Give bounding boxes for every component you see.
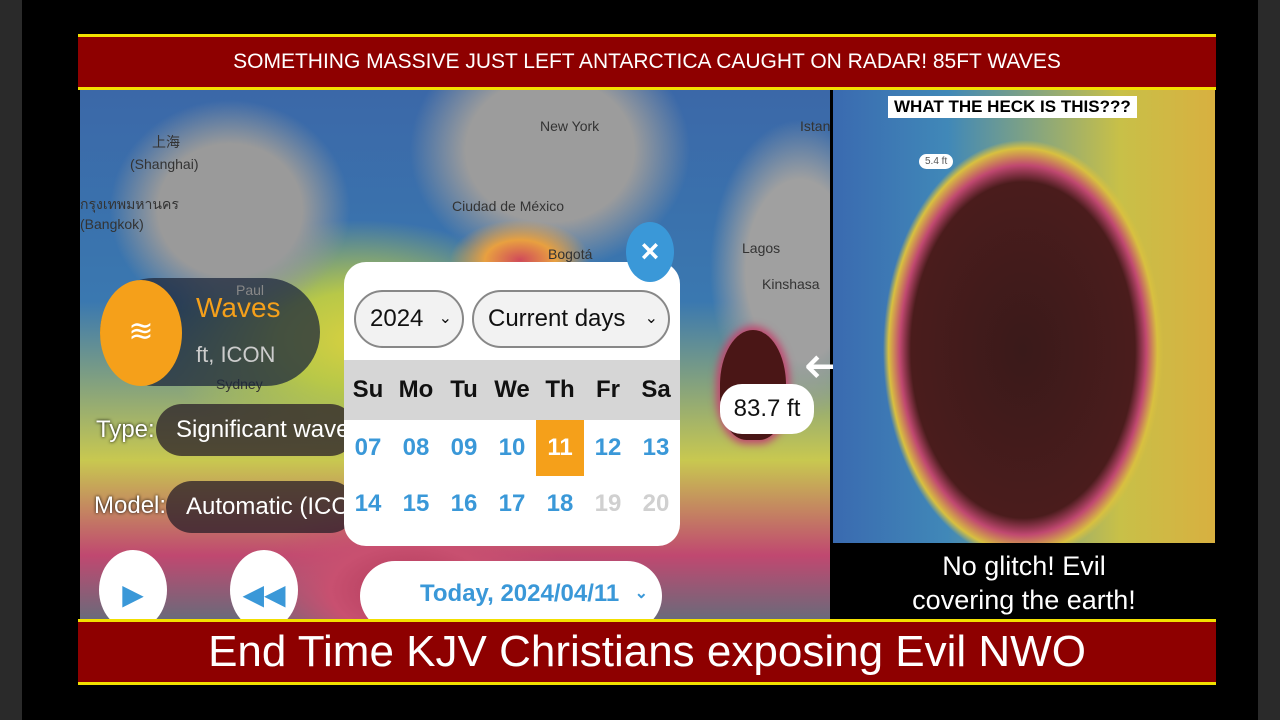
year-select[interactable]: 2024 ⌄ (354, 290, 464, 348)
weekday-label: Tu (450, 376, 478, 403)
day-cell[interactable]: 16 (440, 476, 488, 532)
map-label: Bogotá (548, 246, 593, 262)
type-select[interactable]: Significant wave h (156, 404, 356, 456)
range-value: Current days (488, 305, 626, 332)
calendar-popup: 2024 ⌄ Current days ⌄ Su Mo Tu We Th Fr Sa 07 08 0… (344, 262, 680, 546)
map-label: New York (540, 118, 600, 134)
rewind-icon: ◀◀ (242, 579, 286, 610)
map-label: กรุงเทพมหานคร (80, 196, 179, 212)
weekday-label: Sa (641, 376, 671, 403)
top-banner: SOMETHING MASSIVE JUST LEFT ANTARCTICA C… (78, 34, 1216, 90)
map-label: Ciudad de México (452, 198, 565, 214)
map-label: Istan (800, 118, 830, 134)
weekday-header: Su Mo Tu We Th Fr Sa (344, 360, 680, 420)
day-cell[interactable]: 14 (344, 476, 392, 532)
waves-icon[interactable]: ≋ (100, 280, 182, 386)
day-cell[interactable]: 17 (488, 476, 536, 532)
day-cell: 19 (594, 490, 622, 517)
close-button[interactable]: × (626, 222, 674, 282)
day-cell[interactable]: 18 (536, 476, 584, 532)
caption-line: covering the earth! (912, 585, 1136, 615)
year-value: 2024 (370, 305, 424, 332)
week-row: 14 15 16 17 18 19 20 (344, 476, 680, 532)
map-label: Paul (236, 282, 265, 298)
layer-subtitle: ft, ICON (196, 342, 276, 367)
map-label: Kinshasa (762, 276, 820, 292)
bottom-banner: End Time KJV Christians exposing Evil NW… (78, 619, 1216, 685)
close-icon: × (640, 233, 660, 269)
caption-line: No glitch! Evil (942, 551, 1106, 581)
date-label: Today, 2024/04/11 (420, 580, 620, 607)
day-cell-selected[interactable]: 11 (536, 420, 584, 476)
wave-height-label: 83.7 ft (720, 384, 814, 434)
day-cell: 20 (642, 490, 670, 517)
day-cell[interactable]: 13 (632, 420, 680, 476)
play-icon: ▶ (122, 579, 144, 610)
weekday-label: Th (545, 376, 575, 403)
day-cell[interactable]: 09 (440, 420, 488, 476)
chevron-down-icon: ⌄ (644, 310, 658, 327)
day-cell[interactable]: 10 (488, 420, 536, 476)
map-label: (Shanghai) (130, 156, 199, 172)
week-row: 07 08 09 10 11 12 13 (344, 420, 680, 476)
chevron-down-icon: ⌄ (438, 310, 452, 327)
chevron-down-icon: ⌄ (634, 585, 648, 602)
map-label: (Bangkok) (80, 216, 144, 232)
model-label: Model: (94, 492, 167, 519)
map-label: Lagos (742, 240, 781, 256)
day-cell[interactable]: 12 (584, 420, 632, 476)
caption: No glitch! Evil covering the earth! (833, 543, 1215, 619)
play-button[interactable]: ▶ (99, 550, 167, 630)
day-cell[interactable]: 08 (392, 420, 440, 476)
day-cell[interactable]: 15 (392, 476, 440, 532)
image-heading: WHAT THE HECK IS THIS??? (888, 96, 1137, 118)
day-cell[interactable]: 07 (344, 420, 392, 476)
weekday-label: Mo (398, 376, 434, 403)
map-label: 上海 (152, 134, 180, 150)
model-select[interactable]: Automatic (ICON (166, 481, 356, 533)
weekday-label: Fr (596, 376, 620, 403)
rewind-button[interactable]: ◀◀ (230, 550, 298, 630)
zoomed-anomaly-image: WHAT THE HECK IS THIS??? 5.4 ft (833, 90, 1215, 543)
weekday-label: We (494, 376, 530, 403)
small-wave-label: 5.4 ft (919, 154, 954, 169)
weekday-label: Su (352, 376, 384, 403)
type-label: Type: (96, 416, 155, 443)
range-select[interactable]: Current days ⌄ (472, 290, 670, 348)
